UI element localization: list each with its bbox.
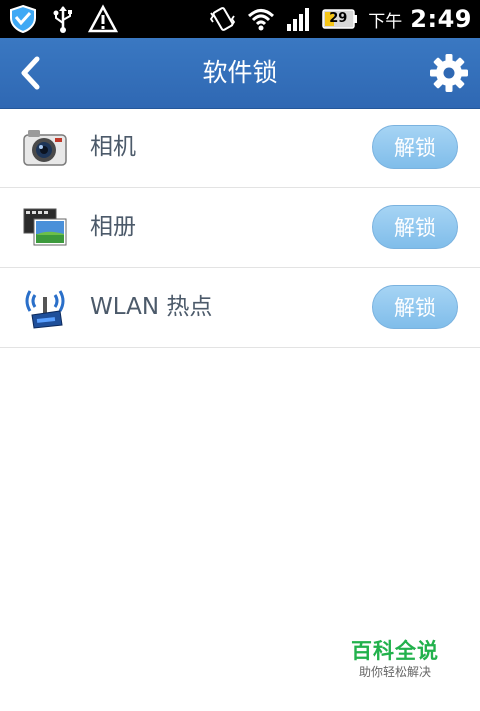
- watermark-slogan: 助你轻松解决: [358, 665, 431, 679]
- usb-icon: [53, 6, 72, 33]
- unlock-button[interactable]: 解锁: [372, 125, 458, 169]
- gear-icon: [430, 54, 468, 92]
- signal-icon: [287, 8, 310, 31]
- title-bar: 软件锁: [0, 38, 480, 109]
- unlock-button[interactable]: 解锁: [372, 205, 458, 249]
- shield-icon: [10, 4, 36, 34]
- clock: 2:49: [410, 5, 472, 33]
- app-row-camera: 相机 解锁: [0, 108, 480, 188]
- camera-icon: [23, 130, 67, 166]
- app-row-gallery: 相册 解锁: [0, 188, 480, 268]
- app-list: 相机 解锁 相册 解锁 WLAN 热点 解锁: [0, 108, 480, 348]
- warning-icon: [88, 4, 118, 33]
- back-button[interactable]: [6, 48, 56, 98]
- wifi-icon: [248, 9, 275, 31]
- app-name: 相机: [90, 134, 136, 160]
- watermark-logo: 百科全说 助你轻松解决: [349, 638, 441, 680]
- app-row-wlan-hotspot: WLAN 热点 解锁: [0, 268, 480, 348]
- gallery-icon: [23, 208, 67, 246]
- back-chevron-icon: [21, 56, 40, 90]
- unlock-button[interactable]: 解锁: [372, 285, 458, 329]
- wlan-hotspot-icon: [25, 290, 65, 329]
- settings-button[interactable]: [426, 50, 472, 96]
- status-bar: 29 下午 2:49: [0, 0, 480, 38]
- app-name: WLAN 热点: [90, 294, 213, 320]
- battery-icon: 29: [322, 8, 358, 30]
- vibrate-icon: [210, 7, 236, 31]
- page-title: 软件锁: [202, 58, 278, 87]
- watermark-title: 百科全说: [351, 639, 439, 663]
- app-name: 相册: [90, 214, 136, 240]
- time-period: 下午: [368, 11, 403, 32]
- battery-level: 29: [329, 11, 348, 26]
